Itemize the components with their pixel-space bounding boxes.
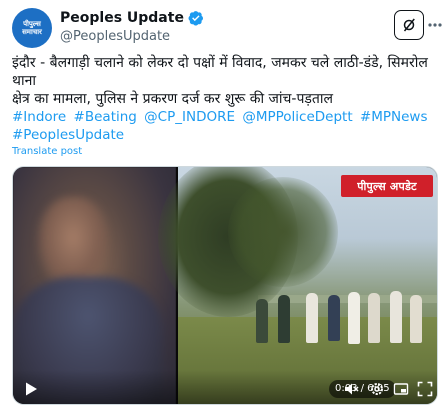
hashtag-mpnews[interactable]: #MPNews [360, 109, 428, 125]
tree-foliage-mid [228, 177, 338, 287]
person-figure [278, 295, 290, 343]
blurred-face [38, 197, 108, 287]
hashtag-peoplesupdate[interactable]: #PeoplesUpdate [12, 127, 124, 143]
hashtag-indore[interactable]: #Indore [12, 109, 66, 125]
video-time: 0:03 / 6:05 [329, 380, 396, 398]
person-figure [256, 299, 268, 343]
hashtags: #Indore #Beating @CP_INDORE @MPPoliceDep… [12, 108, 437, 144]
grok-icon [403, 18, 415, 32]
more-dots-icon [428, 23, 442, 27]
display-name-row: Peoples Update [60, 10, 204, 26]
tweet-card: पीपुल्स समाचार Peoples Update @PeoplesUp… [0, 0, 446, 415]
grok-button[interactable] [394, 10, 424, 40]
display-name[interactable]: Peoples Update [60, 10, 184, 26]
person-figure [410, 295, 422, 343]
person-figure [368, 293, 380, 343]
person-figure [390, 291, 402, 343]
tweet-text: इंदौर - बैलगाड़ी चलाने को लेकर दो पक्षों… [12, 54, 437, 108]
tweet-text-line-1: इंदौर - बैलगाड़ी चलाने को लेकर दो पक्षों… [12, 55, 428, 89]
hashtag-beating[interactable]: #Beating [74, 109, 137, 125]
mention-cp-indore[interactable]: @CP_INDORE [144, 109, 235, 125]
handle[interactable]: @PeoplesUpdate [60, 29, 204, 44]
translate-post-link[interactable]: Translate post [12, 146, 82, 157]
person-figure [328, 295, 340, 341]
person-figure [348, 292, 360, 344]
channel-badge-text: पीपुल्स अपडेट [357, 179, 417, 193]
video-controls: 0:03 / 6:05 [13, 370, 437, 404]
tweet-text-line-2: क्षेत्र का मामला, पुलिस ने प्रकरण दर्ज क… [12, 91, 334, 107]
video-player[interactable]: पीपुल्स अपडेट 0:03 / 6:05 [12, 166, 438, 405]
channel-badge: पीपुल्स अपडेट [341, 175, 433, 197]
picture-in-picture-icon[interactable] [393, 381, 409, 397]
fullscreen-icon[interactable] [417, 381, 433, 397]
volume-muted-icon[interactable] [343, 381, 359, 397]
play-icon[interactable] [23, 381, 39, 397]
more-options-button[interactable] [427, 10, 443, 40]
user-info: Peoples Update @PeoplesUpdate [60, 10, 204, 44]
settings-gear-icon[interactable] [369, 381, 385, 397]
avatar[interactable]: पीपुल्स समाचार [12, 8, 52, 48]
avatar-logo-text: पीपुल्स समाचार [22, 20, 42, 36]
person-figure [306, 293, 318, 343]
verified-badge-icon [188, 11, 203, 26]
mention-mppolicedeptt[interactable]: @MPPoliceDeptt [242, 109, 352, 125]
